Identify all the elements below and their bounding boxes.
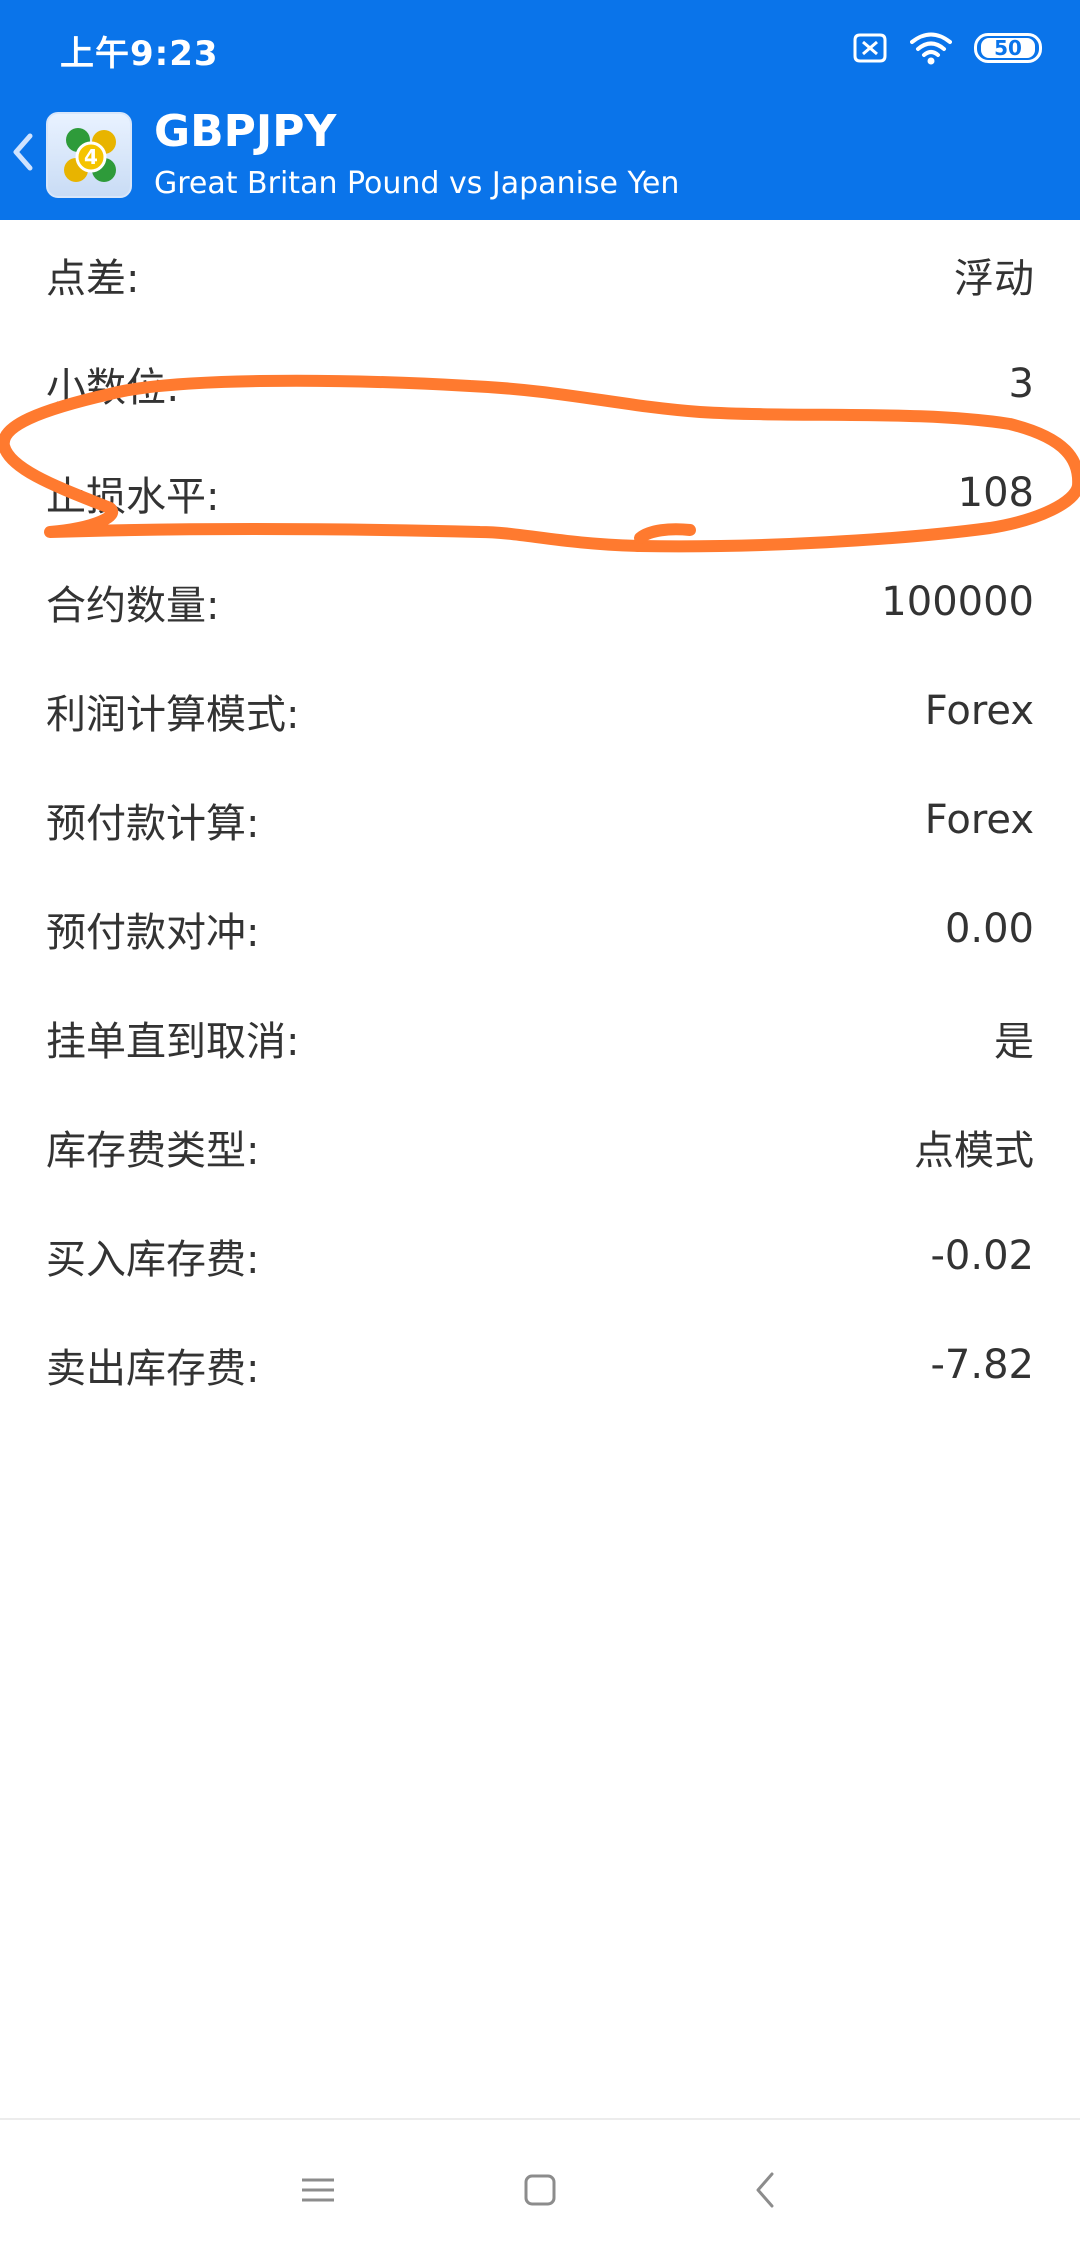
- row-label: 预付款对冲:: [46, 909, 260, 956]
- row-value: 108: [957, 469, 1034, 516]
- row-label: 小数位:: [46, 364, 180, 411]
- symbol-description: Great Britan Pound vs Japanise Yen: [154, 166, 680, 201]
- row-value: -7.82: [930, 1341, 1035, 1388]
- symbol-title: GBPJPY: [154, 106, 337, 157]
- wifi-icon: [910, 31, 952, 65]
- row-label: 点差:: [46, 255, 140, 302]
- svg-text:4: 4: [84, 145, 98, 169]
- symbol-spec-list: 点差: 浮动 小数位: 3 止损水平: 108 合约数量: 100000 利润计…: [0, 220, 1080, 1419]
- row-label: 买入库存费:: [46, 1236, 260, 1283]
- mt4-app-icon[interactable]: 4: [46, 112, 132, 198]
- app-root: 上午9:23 50 4 GBPJPY Great Britan Pound vs…: [0, 0, 1080, 2248]
- sim-disabled-icon: [852, 33, 888, 63]
- row-value: 是: [994, 1018, 1034, 1065]
- row-margin-calc: 预付款计算: Forex: [0, 765, 1080, 874]
- row-value: 3: [1008, 360, 1034, 407]
- row-label: 挂单直到取消:: [46, 1018, 300, 1065]
- row-label: 合约数量:: [46, 582, 220, 629]
- battery-level: 50: [981, 38, 1035, 58]
- row-profit-calc-mode: 利润计算模式: Forex: [0, 656, 1080, 765]
- row-label: 库存费类型:: [46, 1127, 260, 1174]
- row-contract-size: 合约数量: 100000: [0, 547, 1080, 656]
- row-swap-type: 库存费类型: 点模式: [0, 1092, 1080, 1201]
- row-swap-short: 卖出库存费: -7.82: [0, 1310, 1080, 1419]
- row-value: 浮动: [954, 255, 1034, 302]
- row-value: -0.02: [930, 1232, 1035, 1279]
- row-value: Forex: [924, 687, 1034, 734]
- row-label: 卖出库存费:: [46, 1345, 260, 1392]
- row-label: 止损水平:: [46, 473, 220, 520]
- row-value: Forex: [924, 796, 1034, 843]
- system-nav-bar: [0, 2120, 1080, 2248]
- status-icons: 50: [852, 26, 1042, 70]
- back-chevron-icon[interactable]: [10, 132, 36, 176]
- row-swap-long: 买入库存费: -0.02: [0, 1201, 1080, 1310]
- row-margin-hedged: 预付款对冲: 0.00: [0, 874, 1080, 983]
- battery-icon: 50: [974, 33, 1042, 63]
- header: 上午9:23 50 4 GBPJPY Great Britan Pound vs…: [0, 0, 1080, 220]
- row-spread: 点差: 浮动: [0, 220, 1080, 329]
- row-value: 100000: [881, 578, 1034, 625]
- menu-icon[interactable]: [288, 2160, 348, 2220]
- row-digits: 小数位: 3: [0, 329, 1080, 438]
- row-label: 利润计算模式:: [46, 691, 300, 738]
- home-square-icon[interactable]: [510, 2160, 570, 2220]
- row-stops-level: 止损水平: 108: [0, 438, 1080, 547]
- row-value: 0.00: [944, 905, 1034, 952]
- row-value: 点模式: [914, 1127, 1034, 1174]
- row-label: 预付款计算:: [46, 800, 260, 847]
- status-time: 上午9:23: [60, 34, 219, 74]
- row-gtc-pending: 挂单直到取消: 是: [0, 983, 1080, 1092]
- back-icon[interactable]: [736, 2160, 796, 2220]
